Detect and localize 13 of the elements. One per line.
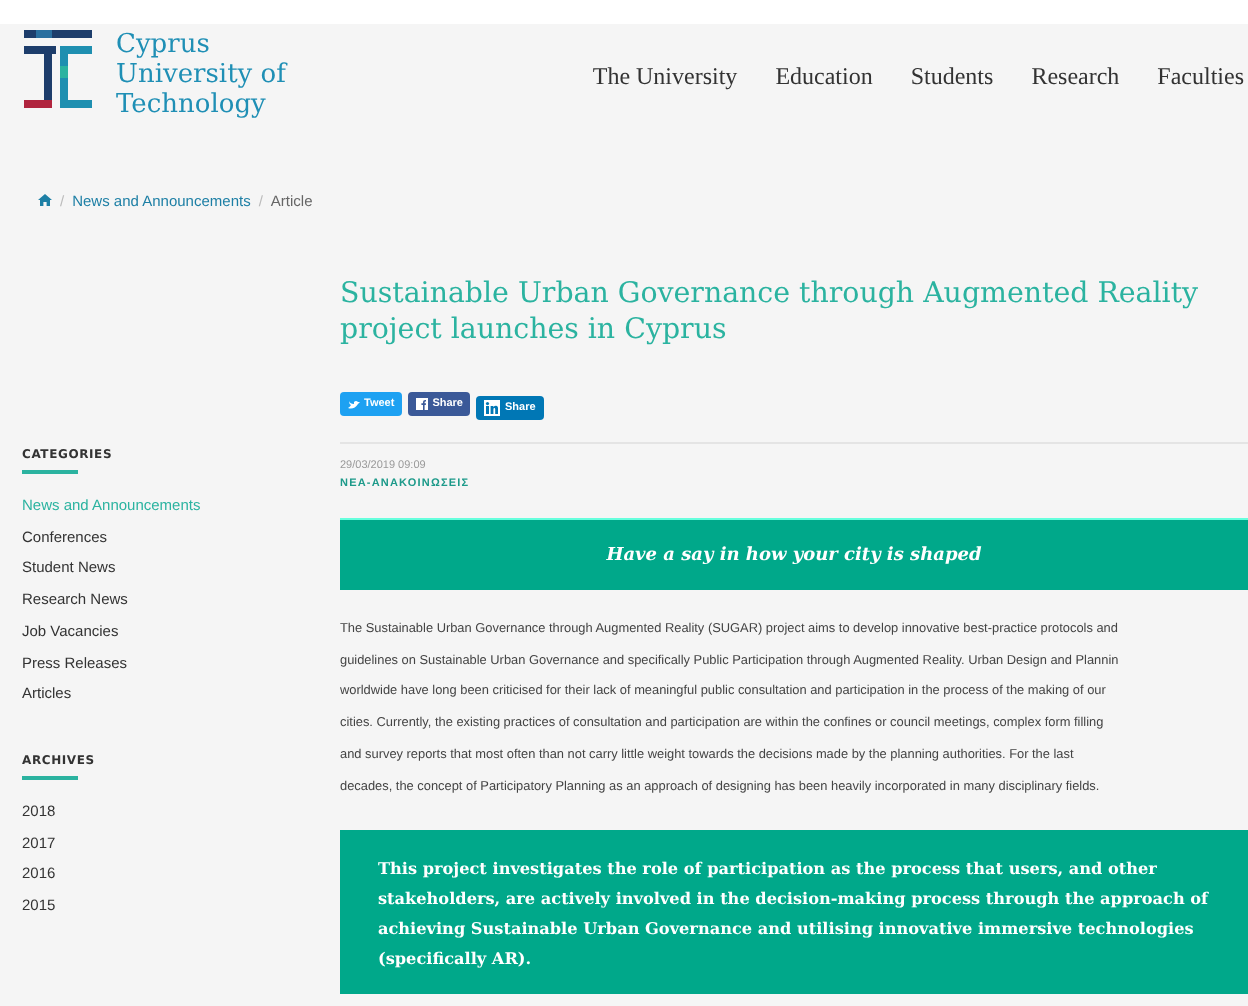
nav-link[interactable]: Research [1031,62,1120,92]
bird-icon [348,399,360,409]
home-icon[interactable] [38,194,52,206]
nav-link[interactable]: Education [775,62,873,92]
highlight-banner: Have a say in how your city is shaped [340,518,1248,590]
in-logo-icon [484,400,501,416]
logo-icon [24,30,92,108]
f-logo-icon [416,398,429,410]
quote-block: This project investigates the role of participation as the process that users, and other stakeholders, are actively involved in the decision-making process through the approach of achieving Sustainable Urban Governance and utilising innovative immersive technologies (specifically AR). [340,830,1248,995]
nav-link[interactable]: Faculties [1157,62,1244,92]
nav-link[interactable]: The University [592,62,738,92]
nav-link[interactable]: Students [910,62,994,92]
article-title: Sustainable Urban Governance through Augmented Reality project launches in Cyprus [340,276,1201,348]
